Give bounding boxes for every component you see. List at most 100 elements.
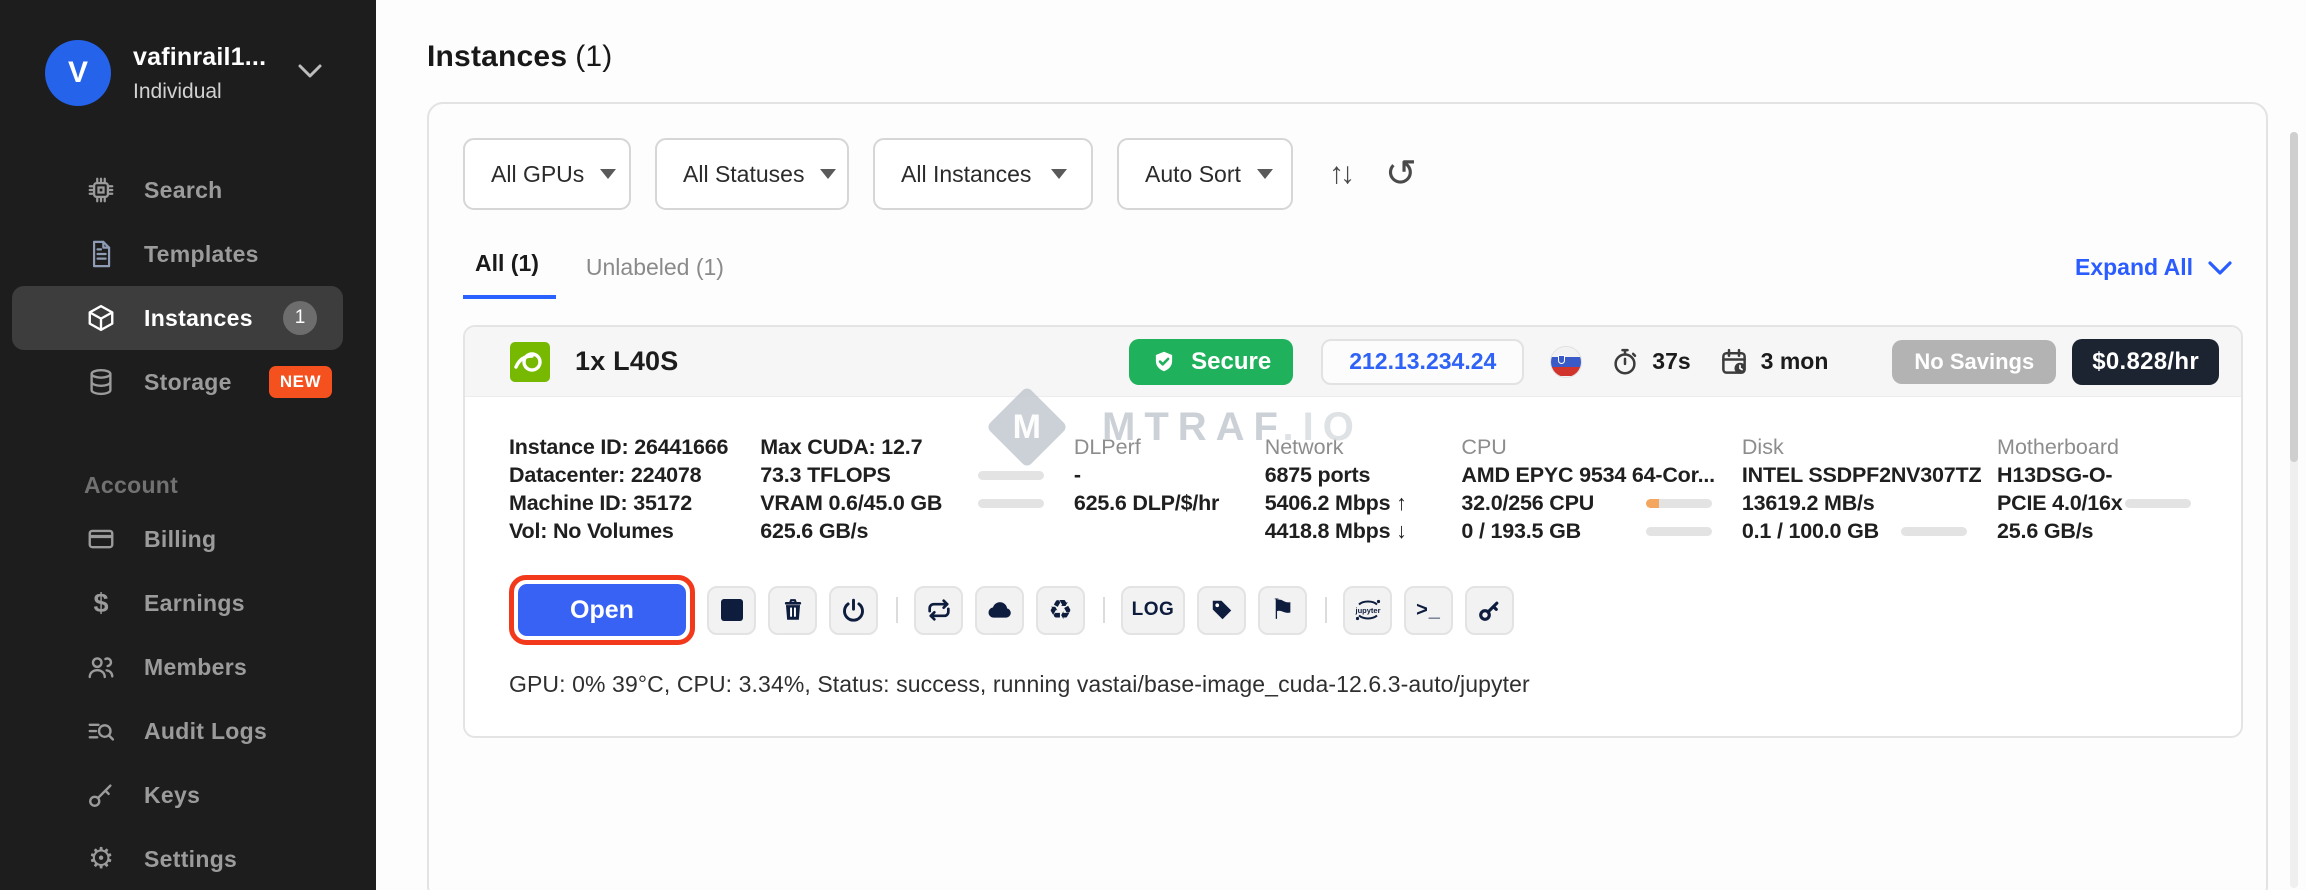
sidebar-item-settings[interactable]: ⚙ Settings — [0, 827, 376, 890]
sidebar-item-search[interactable]: Search — [0, 158, 376, 222]
document-icon — [84, 239, 118, 269]
caret-down-icon — [1256, 169, 1273, 179]
age-value: 37s — [1652, 348, 1691, 374]
scrollbar[interactable] — [2290, 132, 2298, 888]
sidebar-item-audit-logs[interactable]: Audit Logs — [0, 699, 376, 763]
detail-col-dlperf: DLPerf - 625.6 DLP/$/hr — [1074, 433, 1265, 545]
caret-down-icon — [1051, 169, 1067, 179]
trash-icon — [784, 599, 801, 620]
sidebar-item-label: Search — [144, 176, 223, 203]
tab-all[interactable]: All (1) — [463, 250, 556, 299]
sidebar-item-label: Keys — [144, 781, 201, 808]
terminal-icon: >_ — [1416, 598, 1441, 621]
sidebar-item-label: Audit Logs — [144, 717, 268, 744]
instances-count-badge: 1 — [283, 301, 317, 335]
account-section-label: Account — [84, 472, 179, 498]
svg-text:jupyter: jupyter — [1354, 606, 1380, 615]
new-feature-badge: NEW — [268, 366, 332, 398]
column-label: Disk — [1741, 434, 1784, 459]
app-root: V vafinrail1... Individual Search Templa… — [0, 0, 2306, 890]
column-label: CPU — [1461, 434, 1507, 459]
instance-status-line: GPU: 0% 39°C, CPU: 3.34%, Status: succes… — [509, 671, 1530, 697]
vram: VRAM 0.6/45.0 GB — [760, 490, 943, 515]
terminal-button[interactable]: >_ — [1404, 585, 1453, 635]
filter-statuses[interactable]: All Statuses — [655, 138, 849, 210]
usage-bar — [977, 498, 1044, 508]
tab-unlabeled[interactable]: Unlabeled (1) — [586, 254, 724, 299]
disk-usage: 0.1 / 100.0 GB — [1741, 518, 1879, 543]
user-account-menu[interactable]: V vafinrail1... Individual — [0, 0, 376, 106]
sidebar-item-storage[interactable]: Storage NEW — [0, 350, 376, 414]
flag-icon: ⚑ — [1269, 594, 1296, 625]
filter-value: All Statuses — [683, 160, 805, 187]
chevron-down-icon — [2208, 260, 2232, 275]
instance-card-header: 1x L40S Secure 212.13.234.24 37s 3 mon N… — [465, 327, 2241, 397]
ip-address-button[interactable]: 212.13.234.24 — [1321, 338, 1525, 385]
ram-usage-bar — [1645, 526, 1712, 536]
members-icon — [84, 652, 118, 682]
cpu-cores: 32.0/256 CPU — [1461, 490, 1595, 515]
pcie-bar — [2125, 498, 2192, 508]
cloud-button[interactable] — [975, 585, 1024, 635]
filter-instances[interactable]: All Instances — [873, 138, 1093, 210]
nvidia-icon — [509, 341, 551, 383]
sort-direction-icon[interactable]: ↑↓ — [1329, 157, 1355, 191]
instance-header-right: Secure 212.13.234.24 37s 3 mon No Saving… — [1129, 338, 2219, 385]
instance-age: 37s — [1610, 347, 1691, 377]
audit-log-icon — [84, 716, 118, 746]
dlperf-per-dollar: 625.6 DLP/$/hr — [1073, 490, 1220, 515]
sidebar-item-label: Members — [144, 653, 248, 680]
scrollbar-thumb[interactable] — [2290, 132, 2298, 462]
cloud-icon — [987, 602, 1011, 618]
detail-col-network: Network 6875 ports 5406.2 Mbps ↑ 4418.8 … — [1265, 433, 1462, 545]
secure-badge[interactable]: Secure — [1129, 338, 1294, 385]
datacenter-id: Datacenter: 224078 — [509, 462, 702, 487]
tflops: 73.3 TFLOPS — [760, 462, 891, 487]
divider — [896, 597, 898, 623]
recreate-button[interactable]: ♻ — [1036, 585, 1085, 635]
disk-usage-bar — [1901, 526, 1968, 536]
jupyter-button[interactable]: jupyter — [1343, 585, 1392, 635]
filter-gpus[interactable]: All GPUs — [463, 138, 631, 210]
ssh-key-button[interactable] — [1465, 585, 1514, 635]
expand-all-button[interactable]: Expand All — [2075, 254, 2233, 299]
filter-value: Auto Sort — [1145, 160, 1241, 187]
avatar: V — [45, 40, 111, 106]
sidebar-item-label: Earnings — [144, 589, 245, 616]
download-speed: 4418.8 Mbps ↓ — [1264, 518, 1407, 543]
delete-button[interactable] — [768, 585, 817, 635]
sidebar-item-keys[interactable]: Keys — [0, 763, 376, 827]
price-badge: $0.828/hr — [2072, 338, 2219, 385]
filter-sort[interactable]: Auto Sort — [1117, 138, 1293, 210]
max-cuda: Max CUDA: 12.7 — [760, 434, 923, 459]
sidebar-item-templates[interactable]: Templates — [0, 222, 376, 286]
report-button[interactable]: ⚑ — [1258, 585, 1307, 635]
country-flag-icon — [1550, 345, 1583, 378]
database-icon — [84, 367, 118, 397]
log-button[interactable]: LOG — [1121, 585, 1185, 635]
filter-row: All GPUs All Statuses All Instances Auto… — [463, 138, 2266, 210]
chevron-down-icon[interactable] — [296, 62, 324, 80]
dlperf-value: - — [1073, 462, 1081, 487]
duration-value: 3 mon — [1760, 348, 1829, 374]
sidebar-item-earnings[interactable]: $ Earnings — [0, 571, 376, 635]
detail-col-ids: Instance ID: 26441666 Datacenter: 224078… — [509, 433, 760, 545]
stop-button[interactable] — [707, 585, 756, 635]
open-button[interactable]: Open — [518, 584, 686, 636]
sidebar-item-billing[interactable]: Billing — [0, 507, 376, 571]
stop-icon — [720, 599, 743, 621]
sidebar-item-instances[interactable]: Instances 1 — [12, 286, 343, 350]
key-icon — [1479, 601, 1499, 621]
tab-row: All (1) Unlabeled (1) Expand All — [463, 250, 2233, 299]
label-button[interactable] — [1197, 585, 1246, 635]
recycle-icon: ♻ — [1048, 594, 1073, 625]
power-button[interactable] — [829, 585, 878, 635]
detail-col-cpu: CPU AMD EPYC 9534 64-Cor... 32.0/256 CPU… — [1461, 433, 1741, 545]
reboot-button[interactable] — [914, 585, 963, 635]
gear-icon: ⚙ — [88, 842, 114, 875]
repeat-icon — [927, 599, 950, 621]
sidebar-item-members[interactable]: Members — [0, 635, 376, 699]
savings-badge: No Savings — [1892, 339, 2057, 384]
refresh-icon[interactable]: ↺ — [1385, 155, 1417, 193]
motherboard-model: H13DSG-O- — [1997, 462, 2113, 487]
